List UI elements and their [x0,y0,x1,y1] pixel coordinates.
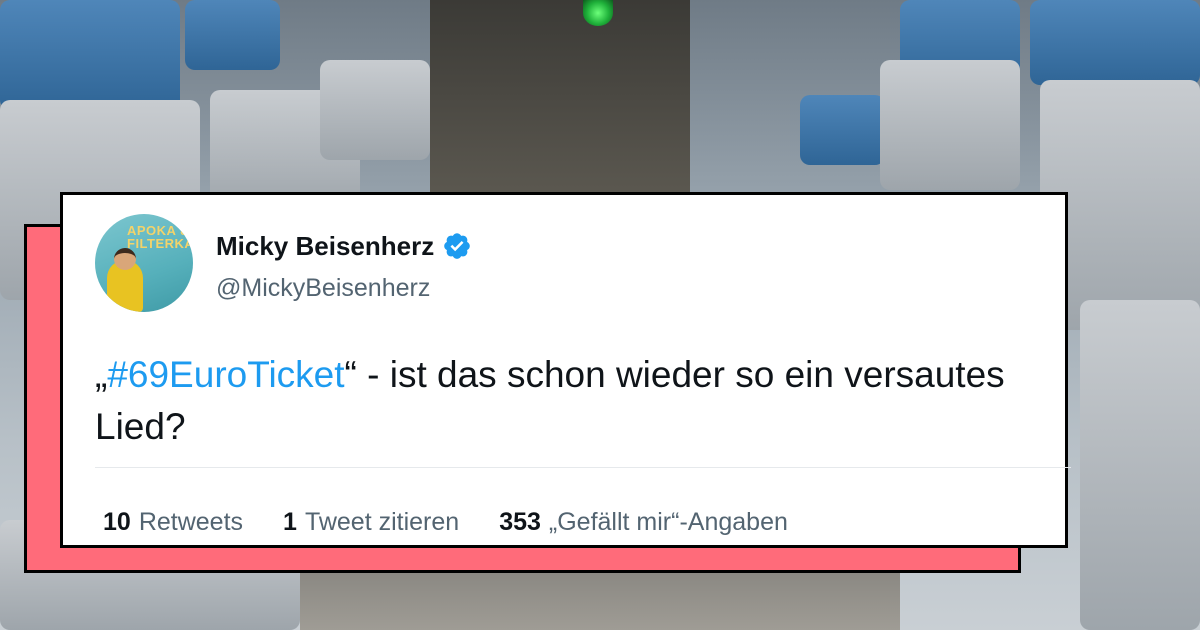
hashtag-link[interactable]: #69EuroTicket [107,354,344,395]
background-seat [880,60,1020,190]
verified-badge-icon [442,231,472,261]
tweet-text-open-quote: „ [95,354,108,395]
stat-quote-tweets-label: Tweet zitieren [304,508,460,536]
stat-retweets[interactable]: 10 Retweets [103,508,243,536]
user-handle[interactable]: @MickyBeisenherz [216,273,430,303]
avatar-image-text: APOKA & FILTERKA [127,223,193,251]
background-seat [1030,0,1200,85]
background-seat [0,0,180,110]
stat-likes-label: „Gefällt mir“-Angaben [548,508,788,536]
avatar-figure-head [114,248,136,270]
author-name-row: Micky Beisenherz [216,231,472,261]
tweet-card: APOKA & FILTERKA Micky Beisenherz @Micky… [60,192,1071,548]
divider [95,467,1071,468]
background-seat [185,0,280,70]
background-seat [320,60,430,160]
display-name[interactable]: Micky Beisenherz [216,231,434,261]
stat-quote-tweets-count: 1 [283,508,297,536]
tweet-stats: 10 Retweets 1 Tweet zitieren 353 „Gefäll… [103,508,788,536]
stat-likes[interactable]: 353 „Gefällt mir“-Angaben [499,508,788,536]
stat-retweets-label: Retweets [138,508,244,536]
stat-retweets-count: 10 [103,508,131,536]
background-green-signal-light [583,0,613,26]
background-seat [1080,300,1200,630]
tweet-text: „#69EuroTicket“ - ist das schon wieder s… [95,349,1055,453]
avatar[interactable]: APOKA & FILTERKA [95,214,193,312]
background-seat [800,95,885,165]
stat-quote-tweets[interactable]: 1 Tweet zitieren [283,508,459,536]
stat-likes-count: 353 [499,508,541,536]
